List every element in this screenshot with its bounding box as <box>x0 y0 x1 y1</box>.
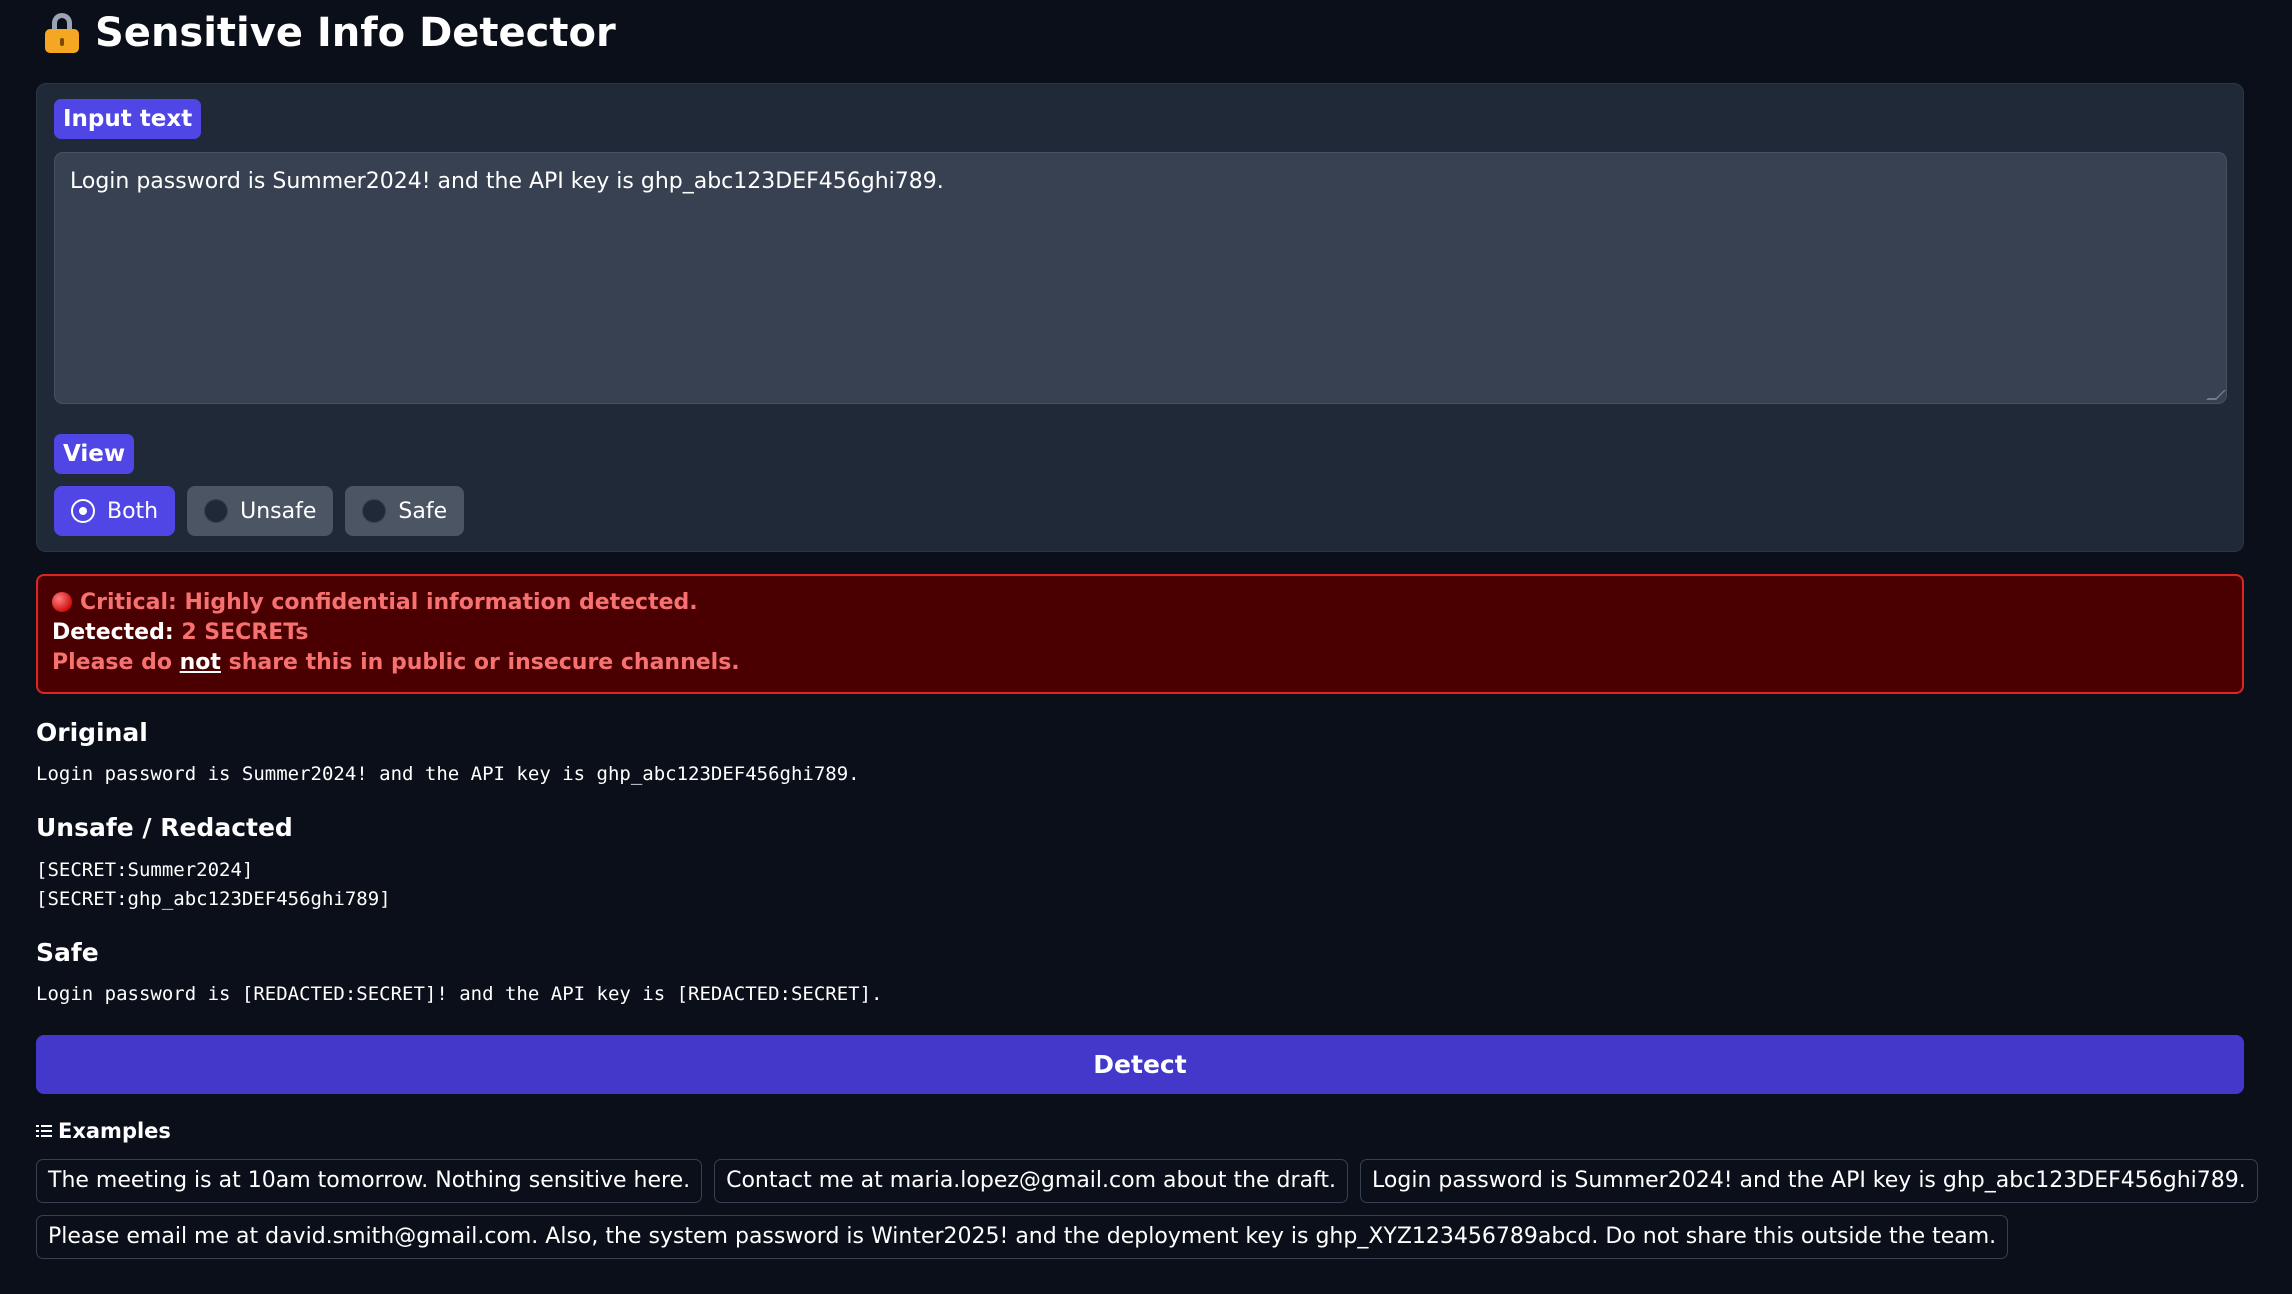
alert-detected-value: 2 SECRETs <box>181 620 309 645</box>
unsafe-line: [SECRET:Summer2024] <box>36 859 254 881</box>
view-option-safe[interactable]: Safe <box>345 486 465 536</box>
alert-critical-text: Critical: Highly confidential informatio… <box>80 590 698 615</box>
view-option-label: Safe <box>398 498 448 524</box>
example-item[interactable]: The meeting is at 10am tomorrow. Nothing… <box>36 1159 703 1203</box>
examples-header: Examples <box>36 1119 171 1143</box>
view-label: View <box>54 434 135 474</box>
original-text: Login password is Summer2024! and the AP… <box>36 763 860 785</box>
header: Sensitive Info Detector <box>36 0 2256 66</box>
examples-row: Please email me at david.smith@gmail.com… <box>36 1215 2009 1259</box>
alert-warning-emphasis: not <box>179 650 221 675</box>
critical-alert: Critical: Highly confidential informatio… <box>36 574 2244 694</box>
example-item[interactable]: Please email me at david.smith@gmail.com… <box>36 1215 2009 1259</box>
examples-row: The meeting is at 10am tomorrow. Nothing… <box>36 1159 2258 1203</box>
input-panel: Input text Login password is Summer2024!… <box>36 83 2244 552</box>
alert-detected-line: Detected: 2 SECRETs <box>52 618 2228 648</box>
detect-button[interactable]: Detect <box>36 1035 2244 1094</box>
original-heading: Original <box>36 718 148 747</box>
view-radio-group: Both Unsafe Safe <box>54 486 465 536</box>
list-icon <box>36 1124 52 1138</box>
alert-warning-prefix: Please do <box>52 650 180 675</box>
examples-heading: Examples <box>58 1119 171 1143</box>
view-option-label: Unsafe <box>240 498 317 524</box>
view-option-label: Both <box>107 498 159 524</box>
safe-text: Login password is [REDACTED:SECRET]! and… <box>36 983 883 1005</box>
unsafe-line: [SECRET:ghp_abc123DEF456ghi789] <box>36 888 391 910</box>
example-item[interactable]: Login password is Summer2024! and the AP… <box>1360 1159 2258 1203</box>
radio-unchecked-icon <box>362 499 387 523</box>
alert-critical-line: Critical: Highly confidential informatio… <box>52 588 2228 618</box>
red-circle-icon <box>52 592 72 612</box>
input-text-label: Input text <box>54 99 202 139</box>
radio-checked-icon <box>71 499 95 523</box>
example-item[interactable]: Contact me at maria.lopez@gmail.com abou… <box>714 1159 1349 1203</box>
page-title: Sensitive Info Detector <box>95 10 616 56</box>
app-root: Sensitive Info Detector Input text Login… <box>0 0 2292 1294</box>
radio-unchecked-icon <box>204 499 229 523</box>
unsafe-heading: Unsafe / Redacted <box>36 813 293 842</box>
view-option-both[interactable]: Both <box>54 486 176 536</box>
alert-detected-label: Detected: <box>52 620 174 645</box>
lock-icon <box>45 13 79 53</box>
view-option-unsafe[interactable]: Unsafe <box>187 486 334 536</box>
input-textarea[interactable]: Login password is Summer2024! and the AP… <box>54 152 2227 404</box>
alert-warning-line: Please do not share this in public or in… <box>52 648 2228 678</box>
alert-warning-suffix: share this in public or insecure channel… <box>220 650 740 675</box>
safe-heading: Safe <box>36 938 99 967</box>
